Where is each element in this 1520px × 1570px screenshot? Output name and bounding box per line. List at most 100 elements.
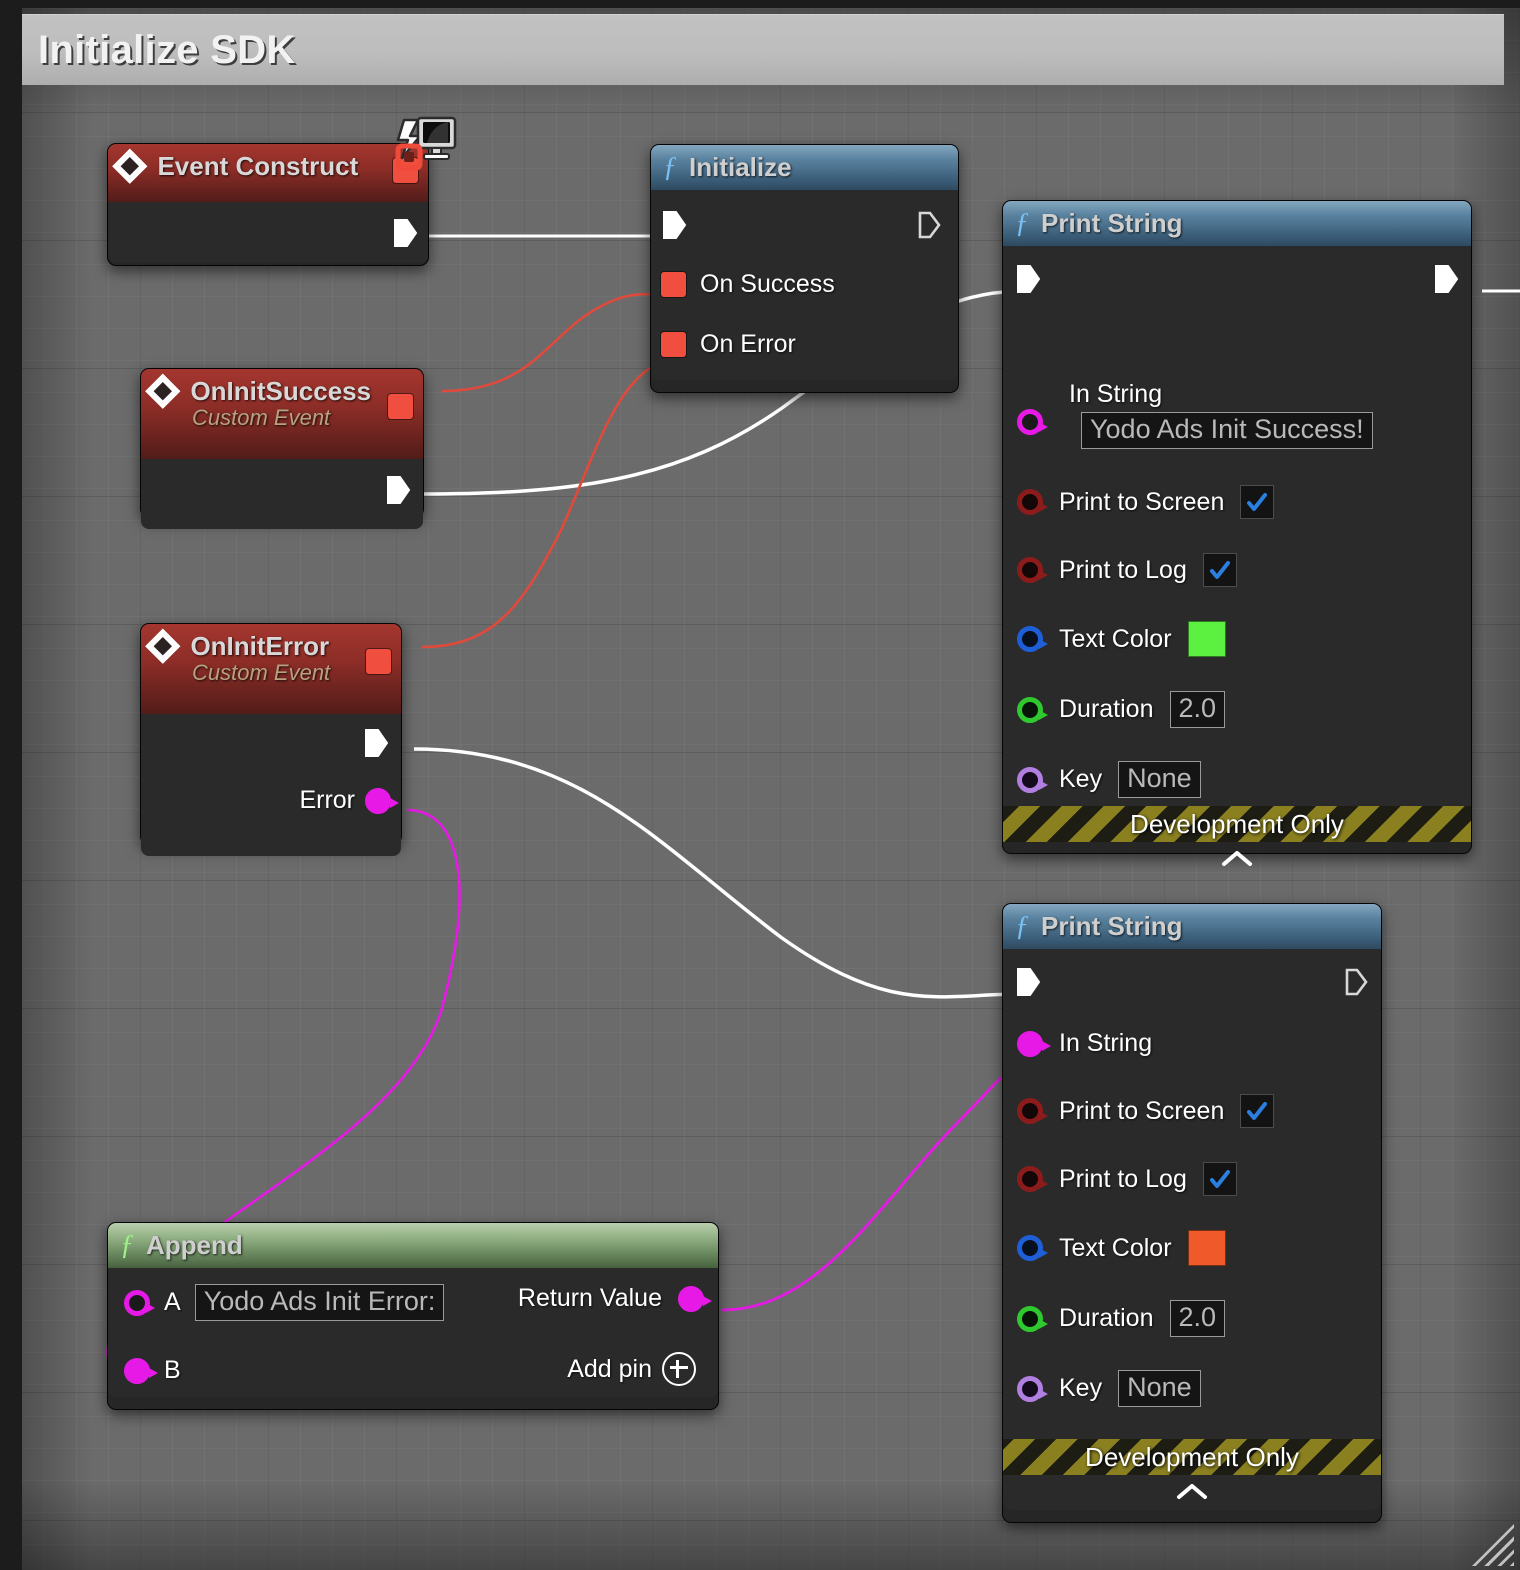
- duration-pin[interactable]: [1017, 696, 1048, 723]
- append-return-row: Return Value: [518, 1284, 712, 1313]
- print-to-log-checkbox[interactable]: [1202, 1162, 1237, 1196]
- key-input[interactable]: None: [1118, 761, 1201, 799]
- print-to-log-checkbox[interactable]: [1202, 553, 1237, 587]
- on-success-pin[interactable]: [661, 272, 686, 297]
- key-row: Key None: [1017, 1370, 1201, 1408]
- node-initialize-body: On Success On Error: [651, 190, 958, 380]
- append-b-pin[interactable]: [124, 1357, 158, 1384]
- error-pin[interactable]: [365, 787, 399, 814]
- function-f-icon: ƒ: [1015, 910, 1029, 942]
- text-color-swatch[interactable]: [1187, 621, 1226, 657]
- in-string-input[interactable]: Yodo Ads Init Success!: [1081, 412, 1373, 450]
- node-event-construct-header: Event Construct: [108, 144, 428, 202]
- key-pin[interactable]: [1017, 1375, 1048, 1402]
- duration-input[interactable]: 2.0: [1169, 1300, 1226, 1338]
- exec-out-pin[interactable]: [1343, 967, 1369, 997]
- blueprint-graph-window: Event Construct OnInitSuccess Custom Eve…: [0, 0, 1520, 1570]
- print-to-log-pin[interactable]: [1017, 1166, 1048, 1192]
- duration-row: Duration 2.0: [1017, 691, 1226, 729]
- print-to-screen-label: Print to Screen: [1059, 1096, 1225, 1125]
- wire-exec-error-print: [413, 747, 1023, 999]
- key-input[interactable]: None: [1118, 1370, 1201, 1408]
- node-on-init-error-body: Error: [141, 714, 401, 856]
- append-a-row: A Yodo Ads Init Error:: [124, 1284, 445, 1322]
- in-string-label: In String: [1069, 380, 1163, 408]
- append-b-label: B: [164, 1356, 181, 1384]
- node-print-string-error-body: In String Print to Screen Print to Log T…: [1003, 949, 1381, 1510]
- development-only-label: Development Only: [1130, 808, 1344, 839]
- exec-in-pin[interactable]: [1015, 967, 1041, 997]
- in-string-row: In String: [1017, 1029, 1152, 1058]
- node-print-string-success-title: Print String: [1041, 208, 1183, 238]
- key-pin[interactable]: [1017, 766, 1048, 793]
- node-print-string-error-title: Print String: [1041, 911, 1183, 941]
- collapse-advanced-button[interactable]: [1003, 1475, 1381, 1509]
- node-print-string-error[interactable]: ƒ Print String In String Print to Screen: [1002, 903, 1382, 1523]
- duration-row: Duration 2.0: [1017, 1300, 1226, 1338]
- exec-out-pin[interactable]: [392, 218, 418, 248]
- error-output-row: Error: [299, 786, 399, 815]
- node-print-string-success-header: ƒ Print String: [1003, 201, 1471, 246]
- text-color-pin[interactable]: [1017, 626, 1048, 652]
- resize-grip[interactable]: [1472, 1524, 1514, 1566]
- print-to-log-row: Print to Log: [1017, 553, 1237, 587]
- development-only-label: Development Only: [1085, 1441, 1299, 1472]
- add-pin-label: Add pin: [567, 1354, 652, 1383]
- print-to-screen-row: Print to Screen: [1017, 485, 1275, 519]
- duration-label: Duration: [1059, 1304, 1154, 1333]
- node-event-construct[interactable]: Event Construct: [107, 143, 429, 266]
- append-return-pin[interactable]: [678, 1285, 712, 1312]
- duration-input[interactable]: 2.0: [1169, 691, 1226, 729]
- chevron-up-icon: [1177, 1484, 1207, 1499]
- text-color-pin[interactable]: [1017, 1235, 1048, 1261]
- append-add-pin-button[interactable]: Add pin: [567, 1352, 696, 1386]
- print-to-screen-pin[interactable]: [1017, 489, 1048, 515]
- key-label: Key: [1059, 765, 1103, 794]
- collapse-advanced-button[interactable]: [1003, 842, 1471, 876]
- in-string-pin[interactable]: [1017, 409, 1048, 435]
- print-to-log-row: Print to Log: [1017, 1162, 1237, 1196]
- node-append-title: Append: [146, 1230, 243, 1260]
- exec-out-pin[interactable]: [385, 475, 411, 505]
- on-success-label: On Success: [700, 270, 835, 298]
- print-to-screen-pin[interactable]: [1017, 1098, 1048, 1124]
- node-on-init-error-subtitle: Custom Event: [192, 660, 331, 685]
- graph-title-banner: Initialize SDK: [22, 14, 1504, 85]
- exec-in-pin[interactable]: [661, 210, 687, 240]
- node-print-string-success[interactable]: ƒ Print String In String Yodo Ads Init S…: [1002, 200, 1472, 866]
- text-color-swatch[interactable]: [1187, 1230, 1226, 1266]
- append-a-input[interactable]: Yodo Ads Init Error:: [194, 1284, 445, 1322]
- node-event-construct-title: Event Construct: [157, 151, 359, 181]
- graph-canvas[interactable]: Event Construct OnInitSuccess Custom Eve…: [22, 8, 1520, 1570]
- delegate-pin[interactable]: [366, 649, 391, 674]
- node-on-init-error[interactable]: OnInitError Custom Event Error: [140, 623, 402, 856]
- event-diamond-icon: [145, 374, 180, 409]
- on-error-pin[interactable]: [661, 332, 686, 357]
- pin-on-error-row: On Error: [661, 330, 796, 359]
- development-only-banner: Development Only: [1003, 1439, 1381, 1475]
- exec-in-pin[interactable]: [1015, 264, 1041, 294]
- node-initialize[interactable]: ƒ Initialize On Success On Error: [650, 144, 959, 393]
- node-on-init-success[interactable]: OnInitSuccess Custom Event: [140, 368, 424, 529]
- node-on-init-success-title: OnInitSuccess: [190, 376, 372, 406]
- exec-out-pin[interactable]: [363, 728, 389, 758]
- delegate-pin[interactable]: [388, 394, 413, 419]
- print-to-screen-checkbox[interactable]: [1240, 1094, 1275, 1128]
- development-only-banner: Development Only: [1003, 806, 1471, 842]
- plus-circle-icon: [662, 1352, 696, 1386]
- node-append[interactable]: ƒ Append A Yodo Ads Init Error: B Return…: [107, 1222, 719, 1410]
- in-string-pin[interactable]: [1017, 1030, 1051, 1057]
- node-initialize-title: Initialize: [689, 152, 792, 182]
- print-to-screen-row: Print to Screen: [1017, 1094, 1275, 1128]
- exec-out-pin[interactable]: [916, 210, 942, 240]
- print-to-log-pin[interactable]: [1017, 557, 1048, 583]
- page-title: Initialize SDK: [38, 27, 296, 72]
- text-color-label: Text Color: [1059, 624, 1172, 653]
- duration-label: Duration: [1059, 695, 1154, 724]
- node-print-string-success-body: In String Yodo Ads Init Success! Print t…: [1003, 246, 1471, 866]
- exec-out-pin[interactable]: [1433, 264, 1459, 294]
- duration-pin[interactable]: [1017, 1305, 1048, 1332]
- print-to-screen-checkbox[interactable]: [1240, 485, 1275, 519]
- event-diamond-icon: [112, 149, 147, 184]
- append-a-pin[interactable]: [124, 1289, 155, 1316]
